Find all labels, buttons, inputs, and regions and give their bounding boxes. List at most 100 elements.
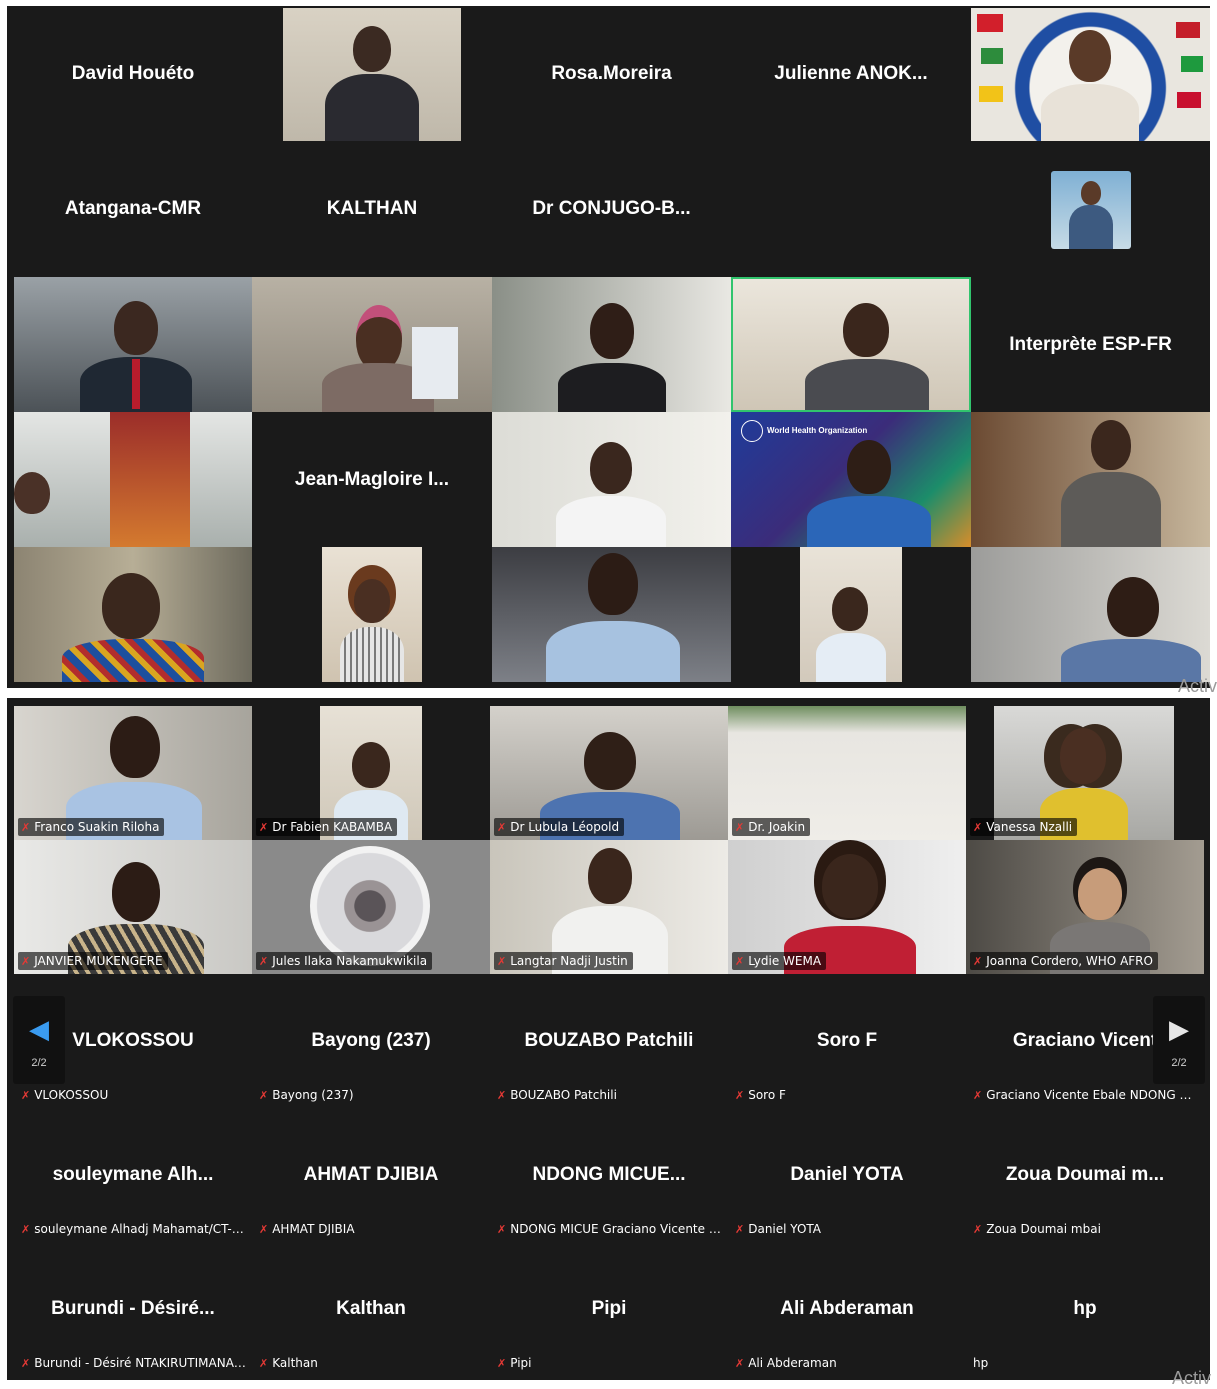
gallery-view-bottom: ✗ Franco Suakin Riloha ✗ Dr Fabien KABAMBA… xyxy=(7,698,1210,1380)
participant-tile-video[interactable]: ✗ Joanna Cordero, WHO AFRO xyxy=(966,840,1204,974)
participant-name-label: hp xyxy=(973,1356,989,1370)
participant-tile-name-only[interactable]: KALTHAN xyxy=(252,141,492,277)
microphone-muted-icon: ✗ xyxy=(735,1357,745,1370)
participant-tile-video[interactable] xyxy=(971,141,1210,277)
participant-tile-video[interactable] xyxy=(492,412,731,547)
windows-activation-watermark: Activ xyxy=(1178,676,1217,696)
participant-tile-video[interactable]: ✗ Dr Lubula Léopold xyxy=(490,706,728,840)
participant-video xyxy=(971,547,1210,682)
participant-tile-video[interactable] xyxy=(492,277,731,412)
participant-tile-name-only[interactable]: Interprète ESP-FR xyxy=(971,277,1210,412)
participant-tile-name-only[interactable]: Dr CONJUGO-B... xyxy=(492,141,731,277)
participant-name: Jean-Magloire I... xyxy=(294,468,450,490)
participant-name-label: ✗ JANVIER MUKENGERE xyxy=(18,952,168,970)
participant-tile-video[interactable] xyxy=(14,412,252,547)
participant-tile-name-only[interactable]: Bayong (237) ✗ Bayong (237) xyxy=(252,974,490,1108)
microphone-muted-icon: ✗ xyxy=(21,1223,31,1236)
participant-tile-name-only[interactable]: Soro F ✗ Soro F xyxy=(728,974,966,1108)
participant-tile-video-active-speaker[interactable] xyxy=(731,277,971,412)
participant-name-label: ✗ NDONG MICUE Graciano Vicente Eba... xyxy=(497,1222,728,1236)
microphone-muted-icon: ✗ xyxy=(497,1089,507,1102)
microphone-muted-icon: ✗ xyxy=(259,821,269,834)
participant-video xyxy=(14,547,252,682)
participant-name-label: ✗ Dr Fabien KABAMBA xyxy=(256,818,398,836)
microphone-muted-icon: ✗ xyxy=(973,1089,983,1102)
participant-name-label: ✗ VLOKOSSOU xyxy=(21,1088,109,1102)
participant-name: David Houéto xyxy=(71,62,195,84)
participant-name-label: ✗ Zoua Doumai mbai xyxy=(973,1222,1101,1236)
participant-tile-name-only[interactable]: David Houéto xyxy=(14,6,252,141)
participant-tile-video[interactable] xyxy=(252,6,492,141)
participant-tile-name-only[interactable]: souleymane Alh... ✗ souleymane Alhadj Mah… xyxy=(14,1108,252,1242)
microphone-muted-icon: ✗ xyxy=(735,821,745,834)
participant-name-label: ✗ Langtar Nadji Justin xyxy=(494,952,633,970)
participant-name: souleymane Alh... xyxy=(52,1164,214,1185)
participant-tile-video[interactable]: ✗ Langtar Nadji Justin xyxy=(490,840,728,974)
participant-tile-video[interactable]: ✗ Vanessa Nzalli xyxy=(966,706,1204,840)
participant-tile-name-only[interactable]: Julienne ANOK... xyxy=(731,6,971,141)
participant-tile-name-only[interactable]: BOUZABO Patchili ✗ BOUZABO Patchili xyxy=(490,974,728,1108)
next-page-button[interactable]: ▶ 2/2 xyxy=(1153,996,1205,1084)
microphone-muted-icon: ✗ xyxy=(735,1223,745,1236)
participant-name: BOUZABO Patchili xyxy=(524,1030,694,1051)
participant-tile-name-only[interactable]: Jean-Magloire I... xyxy=(252,412,492,547)
participant-name: Kalthan xyxy=(336,1298,406,1319)
participant-tile-video[interactable]: ✗ JANVIER MUKENGERE xyxy=(14,840,252,974)
participant-name: Zoua Doumai m... xyxy=(1005,1164,1165,1185)
participant-name-label: ✗ Graciano Vicente Ebale NDONG MIC... xyxy=(973,1088,1204,1102)
participant-tile-video[interactable] xyxy=(14,277,252,412)
participant-tile-video[interactable] xyxy=(14,547,252,682)
participant-tile-name-only[interactable]: AHMAT DJIBIA ✗ AHMAT DJIBIA xyxy=(252,1108,490,1242)
participant-tile-video[interactable] xyxy=(971,6,1210,141)
participant-tile-name-only[interactable]: NDONG MICUE... ✗ NDONG MICUE Graciano Vic… xyxy=(490,1108,728,1242)
participant-name: Rosa.Moreira xyxy=(551,62,672,84)
participant-video xyxy=(252,277,492,412)
participant-tile-video[interactable] xyxy=(971,547,1210,682)
participant-tile-video[interactable] xyxy=(252,277,492,412)
chevron-right-icon: ▶ xyxy=(1169,1014,1189,1044)
participant-tile-name-only[interactable]: Kalthan ✗ Kalthan xyxy=(252,1242,490,1376)
participant-tile-name-only[interactable]: Atangana-CMR xyxy=(14,141,252,277)
participant-tile-name-only[interactable]: Burundi - Désiré... ✗ Burundi - Désiré NT… xyxy=(14,1242,252,1376)
microphone-muted-icon: ✗ xyxy=(497,1357,507,1370)
participant-name-label: ✗ Dr. Joakin xyxy=(732,818,811,836)
gallery-view-top: David Houéto Rosa.Moreira Julienne ANOK.… xyxy=(7,6,1210,688)
participant-name: Soro F xyxy=(816,1030,878,1051)
participant-name: Daniel YOTA xyxy=(790,1164,904,1185)
participant-tile-name-only[interactable]: Rosa.Moreira xyxy=(492,6,731,141)
participant-name: AHMAT DJIBIA xyxy=(303,1164,439,1185)
participant-video xyxy=(492,277,731,412)
participant-tile-video[interactable]: World Health Organization xyxy=(731,412,971,547)
participant-video xyxy=(492,547,731,682)
participant-name: NDONG MICUE... xyxy=(532,1164,686,1185)
participant-tile-empty xyxy=(731,141,971,277)
participant-tile-video[interactable] xyxy=(492,547,731,682)
participant-video: World Health Organization xyxy=(731,412,971,547)
participant-tile-name-only[interactable]: Pipi ✗ Pipi xyxy=(490,1242,728,1376)
participant-tile-video[interactable]: ✗ Lydie WEMA xyxy=(728,840,966,974)
participant-tile-name-only[interactable]: Ali Abderaman ✗ Ali Abderaman xyxy=(728,1242,966,1376)
page-indicator: 2/2 xyxy=(1171,1057,1187,1069)
participant-tile-video[interactable]: ✗ Jules Ilaka Nakamukwikila xyxy=(252,840,490,974)
participant-tile-video[interactable] xyxy=(971,412,1210,547)
participant-name: Interprète ESP-FR xyxy=(1009,333,1172,355)
participant-tile-video[interactable]: ✗ Franco Suakin Riloha xyxy=(14,706,252,840)
participant-name: Julienne ANOK... xyxy=(774,62,928,84)
microphone-muted-icon: ✗ xyxy=(259,1223,269,1236)
participant-tile-video[interactable] xyxy=(252,547,492,682)
participant-tile-video[interactable]: ✗ Dr Fabien KABAMBA xyxy=(252,706,490,840)
microphone-muted-icon: ✗ xyxy=(259,955,269,968)
participant-tile-video[interactable] xyxy=(731,547,971,682)
participant-video xyxy=(283,8,461,141)
participant-video xyxy=(492,412,731,547)
participant-name: Bayong (237) xyxy=(311,1030,431,1051)
microphone-muted-icon: ✗ xyxy=(735,955,745,968)
participant-tile-name-only[interactable]: hp hp xyxy=(966,1242,1204,1376)
microphone-muted-icon: ✗ xyxy=(21,1089,31,1102)
participant-tile-video[interactable]: ✗ Dr. Joakin xyxy=(728,706,966,840)
previous-page-button[interactable]: ◀ 2/2 xyxy=(13,996,65,1084)
participant-tile-name-only[interactable]: Daniel YOTA ✗ Daniel YOTA xyxy=(728,1108,966,1242)
participant-name-label: ✗ Vanessa Nzalli xyxy=(970,818,1078,836)
participant-tile-name-only[interactable]: Zoua Doumai m... ✗ Zoua Doumai mbai xyxy=(966,1108,1204,1242)
participant-video xyxy=(971,8,1210,141)
